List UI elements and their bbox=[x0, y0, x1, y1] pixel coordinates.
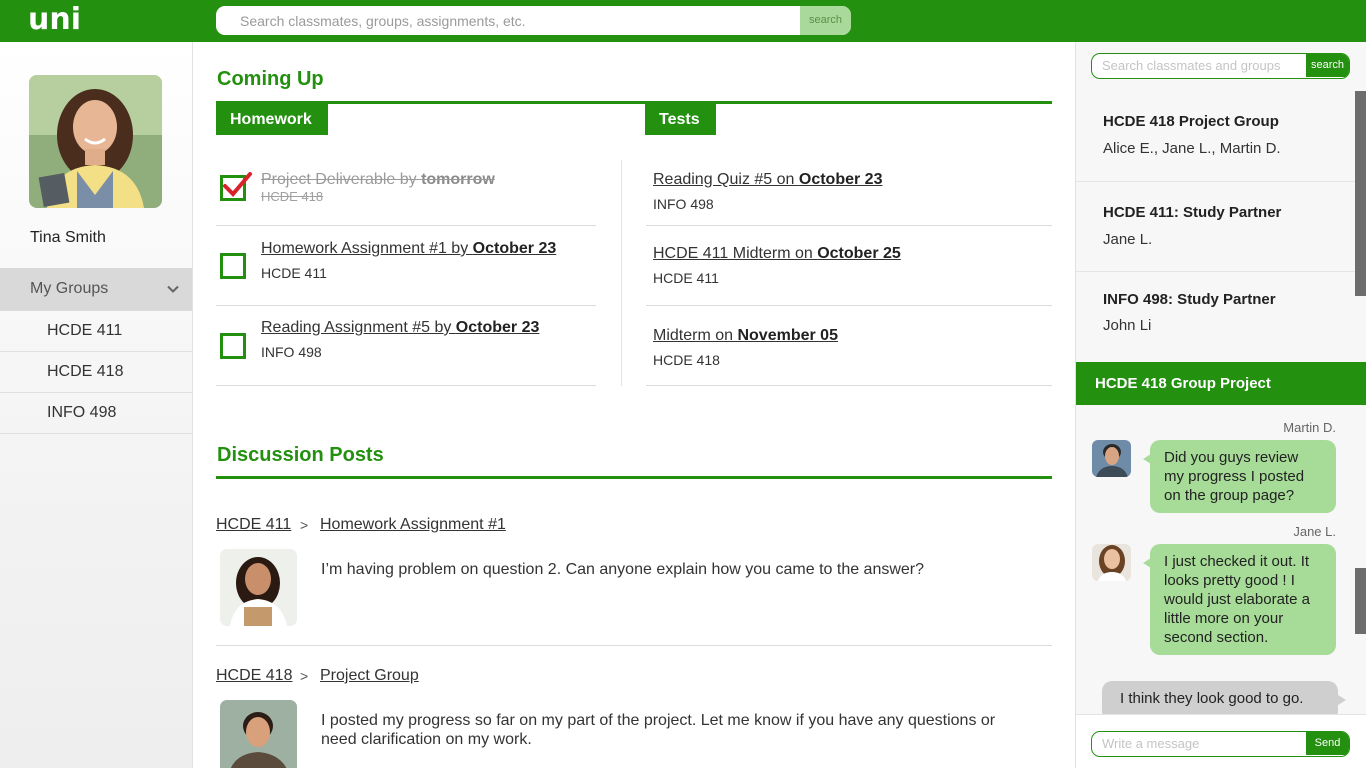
breadcrumb-separator: > bbox=[300, 668, 309, 684]
sidebar-item-label: HCDE 418 bbox=[47, 363, 124, 380]
profile-avatar[interactable] bbox=[29, 75, 162, 208]
homework-item-title[interactable]: Homework Assignment #1 by October 23 bbox=[261, 240, 556, 258]
profile-name[interactable]: Tina Smith bbox=[30, 229, 106, 247]
chat-sender: Jane L. bbox=[1293, 524, 1336, 539]
homework-item-course: INFO 498 bbox=[261, 344, 322, 360]
test-item-course: INFO 498 bbox=[653, 196, 714, 212]
chat-message: Did you guys review my progress I posted… bbox=[1143, 440, 1336, 513]
post-topic-link[interactable]: Project Group bbox=[320, 667, 419, 685]
left-sidebar: Tina Smith My Groups HCDE 411 HCDE 418 I… bbox=[0, 42, 193, 768]
chat-avatar bbox=[1092, 440, 1131, 477]
global-search: search bbox=[216, 6, 851, 35]
divider bbox=[216, 225, 596, 226]
groups-scrollbar[interactable] bbox=[1355, 91, 1366, 296]
post-topic-link[interactable]: Homework Assignment #1 bbox=[320, 516, 506, 534]
group-search-button[interactable]: search bbox=[1306, 54, 1349, 77]
chat-avatar bbox=[1092, 544, 1131, 581]
homework-item-title[interactable]: Reading Assignment #5 by October 23 bbox=[261, 319, 539, 337]
my-groups-label: My Groups bbox=[30, 280, 109, 297]
chat-title[interactable]: HCDE 418 Group Project bbox=[1076, 362, 1366, 405]
message-input[interactable] bbox=[1092, 732, 1305, 755]
message-box: Send bbox=[1091, 731, 1350, 757]
divider bbox=[216, 645, 1052, 646]
test-item-title[interactable]: Reading Quiz #5 on October 23 bbox=[653, 171, 882, 189]
sidebar-item-hcde-418[interactable]: HCDE 418 bbox=[0, 352, 192, 393]
divider bbox=[646, 385, 1052, 386]
divider bbox=[646, 225, 1052, 226]
group-card-members: John Li bbox=[1103, 317, 1152, 334]
post-course-link[interactable]: HCDE 411 bbox=[216, 516, 291, 534]
post-course-link[interactable]: HCDE 418 bbox=[216, 667, 292, 685]
checked-checkbox-icon[interactable] bbox=[220, 171, 254, 201]
homework-item-course: HCDE 418 bbox=[261, 189, 324, 204]
test-item-title[interactable]: Midterm on November 05 bbox=[653, 327, 838, 345]
post-author-avatar[interactable] bbox=[220, 549, 297, 626]
group-card-members: Alice E., Jane L., Martin D. bbox=[1103, 140, 1281, 157]
group-card[interactable]: HCDE 411: Study Partner Jane L. bbox=[1076, 182, 1366, 272]
tab-homework[interactable]: Homework bbox=[216, 104, 328, 135]
global-search-button[interactable]: search bbox=[800, 6, 851, 35]
divider bbox=[646, 305, 1052, 306]
sidebar-item-info-498[interactable]: INFO 498 bbox=[0, 393, 192, 434]
discussion-rule bbox=[216, 476, 1052, 479]
test-item-course: HCDE 418 bbox=[653, 352, 720, 368]
post-body: I’m having problem on question 2. Can an… bbox=[321, 561, 925, 578]
sidebar-item-label: HCDE 411 bbox=[47, 322, 123, 339]
top-bar: uni search bbox=[0, 0, 1366, 42]
test-item-course: HCDE 411 bbox=[653, 270, 719, 286]
chevron-down-icon bbox=[167, 285, 179, 293]
chat-message: I just checked it out. It looks pretty g… bbox=[1143, 544, 1336, 655]
coming-up-title: Coming Up bbox=[217, 68, 324, 90]
group-card[interactable]: HCDE 418 Project Group Alice E., Jane L.… bbox=[1076, 94, 1366, 182]
chat-composer: Send bbox=[1076, 714, 1366, 768]
sidebar-item-label: INFO 498 bbox=[47, 404, 117, 421]
homework-checkbox[interactable] bbox=[220, 253, 246, 279]
my-groups-toggle[interactable]: My Groups bbox=[0, 268, 192, 311]
group-card-title: HCDE 411: Study Partner bbox=[1103, 204, 1282, 221]
column-divider bbox=[621, 160, 622, 386]
chat-sender: Martin D. bbox=[1283, 420, 1336, 435]
group-search-input[interactable] bbox=[1092, 54, 1305, 77]
homework-item-course: HCDE 411 bbox=[261, 265, 327, 281]
test-item-title[interactable]: HCDE 411 Midterm on October 25 bbox=[653, 245, 901, 263]
chat-scrollbar[interactable] bbox=[1355, 568, 1366, 634]
group-search: search bbox=[1091, 53, 1350, 79]
global-search-input[interactable] bbox=[216, 6, 800, 35]
coming-up-rule bbox=[216, 101, 1052, 104]
send-button[interactable]: Send bbox=[1306, 732, 1349, 755]
tab-tests[interactable]: Tests bbox=[645, 104, 716, 135]
homework-item-title[interactable]: Project Deliverable by tomorrow bbox=[261, 171, 495, 189]
divider bbox=[216, 385, 596, 386]
group-card[interactable]: INFO 498: Study Partner John Li bbox=[1076, 272, 1366, 362]
discussion-title: Discussion Posts bbox=[217, 444, 384, 466]
app-logo[interactable]: uni bbox=[28, 2, 81, 38]
homework-checkbox[interactable] bbox=[220, 333, 246, 359]
group-card-title: INFO 498: Study Partner bbox=[1103, 291, 1276, 308]
sidebar-item-hcde-411[interactable]: HCDE 411 bbox=[0, 311, 192, 352]
right-panel: search HCDE 418 Project Group Alice E., … bbox=[1075, 42, 1366, 768]
group-card-title: HCDE 418 Project Group bbox=[1103, 113, 1279, 130]
group-card-members: Jane L. bbox=[1103, 231, 1153, 248]
divider bbox=[216, 305, 596, 306]
post-body: I posted my progress so far on my part o… bbox=[321, 712, 996, 748]
breadcrumb-separator: > bbox=[300, 517, 309, 533]
post-author-avatar[interactable] bbox=[220, 700, 297, 768]
